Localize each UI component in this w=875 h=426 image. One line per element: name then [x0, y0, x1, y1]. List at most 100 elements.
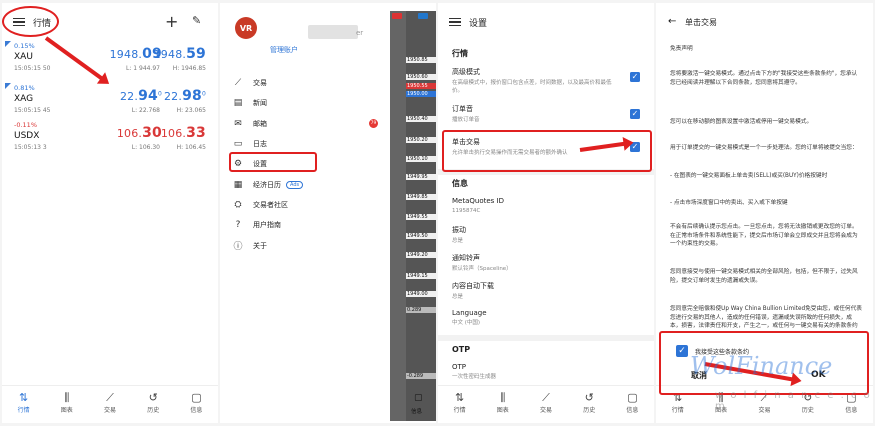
divider: [438, 335, 654, 341]
setting-title: 订单音: [452, 105, 473, 113]
menu-item-trade[interactable]: ⟋ 交易: [232, 73, 387, 93]
quote-ask[interactable]: 106.33: [161, 125, 206, 141]
nav-label: 图表: [60, 407, 73, 414]
back-arrow-icon[interactable]: ←: [668, 16, 676, 27]
nav-messages[interactable]: ▢ 信息: [175, 386, 218, 423]
nav-label: 信息: [411, 409, 423, 415]
annotation-circle: [2, 6, 59, 37]
quote-low: L: 1 944.97: [126, 65, 160, 72]
quotes-icon: ⇅: [18, 391, 29, 404]
setting-desc: 总是: [452, 238, 464, 244]
navigation-drawer: VR er 管理账户 ⟋ 交易 ▤ 新闻 ✉ 邮箱 79 ▭ 日志 ⚙ 设置 ▦ 经济日历 Ad…: [220, 3, 436, 423]
menu-item-about[interactable]: ⓘ 关于: [232, 235, 387, 255]
menu-item-help[interactable]: ? 用户指南: [232, 215, 387, 235]
setting-ringtone[interactable]: 通知铃声 默认铃声（Spaceline）: [452, 253, 642, 273]
quote-ask[interactable]: 1948.59: [154, 46, 206, 62]
setting-title: 高级模式: [452, 68, 480, 76]
price-tick: 1950.10: [406, 156, 436, 162]
trade-icon: ⟋: [542, 391, 550, 404]
setting-language[interactable]: Language 中文 (中国): [452, 309, 642, 327]
menu-item-calendar[interactable]: ▦ 经济日历 Ads: [232, 174, 387, 194]
setting-vibration[interactable]: 振动 总是: [452, 225, 642, 245]
price-tick: 1949.50: [406, 233, 436, 239]
disclaimer-paragraph: - 点击市场深度窗口中的卖出、买入或下单按键: [670, 200, 788, 206]
menu-item-community[interactable]: ⛭ 交易者社区: [232, 195, 387, 215]
disclaimer-paragraph: 用于订单提交的一键交易模式是一个一步处理法。您的订单将被提交当您：: [670, 145, 858, 151]
quote-symbol: XAG: [14, 94, 34, 104]
nav-trade[interactable]: ⟋ 交易: [524, 386, 567, 423]
section-title: 信息: [452, 179, 468, 188]
setting-metaquotes-id[interactable]: MetaQuotes ID 1195874C: [452, 197, 642, 215]
quote-row[interactable]: -0.11% USDX 15:05:13 3 106.30 106.33 L: …: [2, 120, 218, 165]
setting-order-sound[interactable]: 订单音 播放订单音 ✓: [452, 104, 642, 124]
watermark-site: w o l f i n a n c e . c o m: [715, 390, 872, 412]
manage-accounts-link[interactable]: 管理账户: [270, 45, 298, 55]
ask-big: 98: [182, 88, 202, 104]
menu-label: 邮箱: [253, 119, 267, 128]
unread-badge: 79: [369, 119, 378, 129]
setting-otp[interactable]: OTP 一次性密码生成器: [452, 363, 642, 381]
quote-change: 0.15%: [14, 42, 35, 50]
messages-icon: ▢: [191, 391, 202, 404]
add-icon[interactable]: +: [165, 12, 178, 31]
price-tick-highlight: 1950.00: [406, 91, 436, 97]
quotes-icon: ⇅: [454, 391, 465, 404]
setting-auto-download[interactable]: 内容自动下载 总是: [452, 281, 642, 301]
nav-chart[interactable]: ⫼ 图表: [45, 386, 88, 423]
price-tick: 1949.55: [406, 214, 436, 220]
quote-bid[interactable]: 106.30: [117, 125, 162, 141]
edit-icon[interactable]: ✎: [192, 14, 201, 27]
quote-symbol: USDX: [14, 131, 40, 141]
settings-header: 设置: [438, 3, 654, 41]
nav-history[interactable]: ↺ 历史: [568, 386, 611, 423]
quote-high: H: 106.45: [176, 144, 206, 151]
disclaimer-paragraph: - 在图表的一键交易面板上单击卖(SELL)或买(BUY)价格按键时: [670, 173, 828, 179]
nav-history[interactable]: ↺ 历史: [132, 386, 175, 423]
nav-label: 图表: [496, 407, 509, 414]
messages-icon: ▢: [414, 393, 423, 403]
disclaimer-paragraph: 您可以在移动额的图表设置中激活或停用一键交易模式。: [670, 119, 813, 125]
page-title: 单击交易: [685, 18, 717, 27]
quote-bid[interactable]: 22.940: [120, 88, 162, 104]
account-name-blurred: [308, 25, 358, 39]
menu-item-news[interactable]: ▤ 新闻: [232, 93, 387, 113]
price-tick: 1950.20: [406, 137, 436, 143]
checkbox[interactable]: ✓: [630, 72, 640, 82]
price-tick: 1950.40: [406, 116, 436, 122]
setting-desc: 播放订单音: [452, 117, 480, 123]
indicator-tick: -0.289: [406, 373, 436, 379]
setting-advanced-mode[interactable]: 高级模式 在高级模式中，报价窗口包含点差，时间数据，以及最高价和最低价。 ✓: [452, 67, 642, 95]
nav-messages[interactable]: ▢ 信息: [611, 386, 654, 423]
nav-quotes[interactable]: ⇅ 行情: [438, 386, 481, 423]
quote-symbol: XAU: [14, 52, 33, 62]
nav-quotes[interactable]: ⇅ 行情: [2, 386, 45, 423]
background-chart: 1950.85 1950.60 1950.55 1950.00 1950.40 …: [390, 11, 436, 421]
bid-main: 106.: [116, 127, 143, 140]
setting-title: Language: [452, 309, 487, 317]
checkbox[interactable]: ✓: [630, 109, 640, 119]
price-tick: 1949.85: [406, 194, 436, 200]
bid-big: 94: [138, 88, 158, 104]
disclaimer-paragraph: 不会有后续确认提示您点击。一旦您点击，您将无法撤销或更改您的订单。在正常市场条件…: [670, 224, 858, 247]
history-icon: ↺: [584, 391, 594, 404]
menu-item-mail[interactable]: ✉ 邮箱 79: [232, 114, 387, 134]
menu-icon[interactable]: [449, 17, 461, 27]
broker-logo[interactable]: VR: [235, 17, 257, 39]
nav-label: 历史: [583, 407, 596, 414]
quote-ask[interactable]: 22.980: [164, 88, 206, 104]
nav-trade[interactable]: ⟋ 交易: [88, 386, 131, 423]
disclaimer-paragraph: 您将要激活一键交易模式。通过点击下方的"我接受这些条款条约"，您承认您已经阅读并…: [670, 71, 858, 86]
menu-label: 经济日历: [253, 180, 281, 189]
chart-icon: ⫼: [64, 391, 70, 404]
nav-label: 交易: [540, 407, 553, 414]
price-tick: 1949.95: [406, 174, 436, 180]
chart-icon: ⫼: [500, 391, 506, 404]
ask-big: 33: [186, 125, 206, 141]
nav-chart[interactable]: ⫼ 图表: [481, 386, 524, 423]
chart-area: [390, 11, 406, 421]
nav-label: 历史: [147, 407, 160, 414]
ask-sup: 0: [201, 90, 206, 98]
about-icon: ⓘ: [233, 242, 243, 253]
setting-title: MetaQuotes ID: [452, 197, 504, 205]
ads-tag: Ads: [286, 180, 304, 189]
